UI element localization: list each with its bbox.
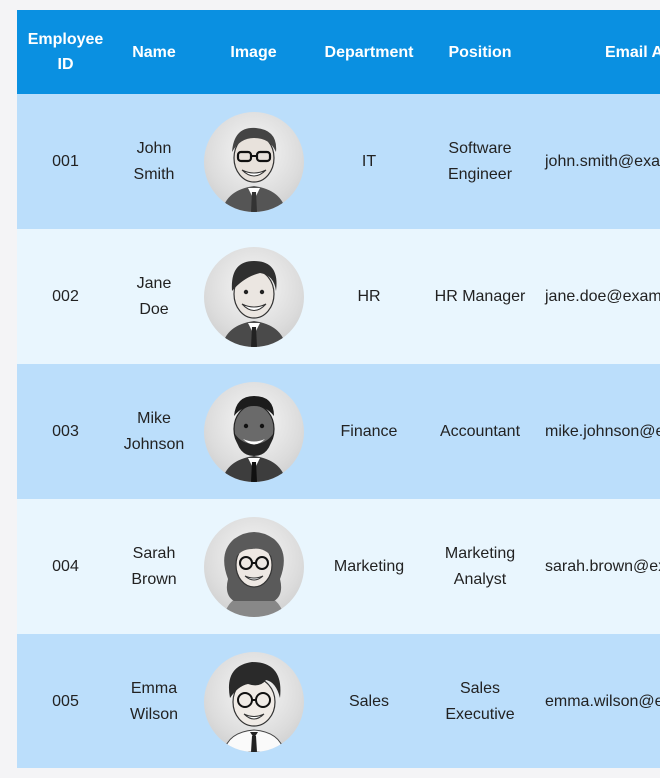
cell-email[interactable]: john.smith@example.com [535,94,660,229]
table-row: 002 Jane Doe HR HR Manager jane.doe@exam [17,229,660,364]
cell-name: Jane Doe [136,274,172,318]
child-with-glasses-avatar [203,651,304,752]
cell-name: John Smith [133,139,175,183]
cell-image [194,364,313,499]
header-position: Position [448,43,512,61]
cell-department: Finance [340,422,398,440]
employee-table: Employee ID Name Image Department Positi… [17,10,660,768]
cell-department: IT [361,152,377,170]
cell-employee-id: 004 [52,557,79,575]
table-row: 005 Emma Wilson Sales Sales Executive em… [17,634,660,768]
cell-email[interactable]: sarah.brown@example.com [535,499,660,634]
cell-name: Emma Wilson [129,679,178,723]
table-row: 004 Sarah Brown Marketing Marketing Anal… [17,499,660,634]
cell-department: HR [357,287,381,305]
cell-position: Marketing Analyst [444,544,516,588]
man-smiling-avatar [203,246,304,347]
header-employee-id: Employee ID [27,31,104,73]
cell-position: Accountant [439,422,521,440]
cell-employee-id: 005 [52,692,79,710]
cell-department: Sales [348,692,390,710]
header-email: Email Address [605,43,660,61]
cell-email[interactable]: jane.doe@example.com [535,229,660,364]
table-row: 001 John Smith IT Software Engineer john… [17,94,660,229]
cell-position: Sales Executive [445,679,515,723]
cell-employee-id: 003 [52,422,79,440]
cell-name: Mike Johnson [123,409,185,453]
man-with-beard-avatar [203,381,304,482]
cell-email[interactable]: emma.wilson@example.com [535,634,660,768]
table-header-row: Employee ID Name Image Department Positi… [17,10,660,94]
cell-name: Sarah Brown [131,544,177,588]
header-department: Department [324,43,414,61]
cell-position: Software Engineer [447,139,513,183]
employee-table-container: Employee ID Name Image Department Positi… [17,10,660,768]
woman-with-glasses-avatar [203,516,304,617]
cell-image [194,634,313,768]
cell-image [194,499,313,634]
cell-position: HR Manager [434,287,526,305]
cell-image [194,229,313,364]
man-with-glasses-avatar [203,111,304,212]
table-row: 003 Mike Johnson Finance Accountant mike… [17,364,660,499]
cell-email[interactable]: mike.johnson@example.com [535,364,660,499]
cell-employee-id: 001 [52,152,79,170]
header-image: Image [230,43,277,61]
header-name: Name [132,43,176,61]
cell-image [194,94,313,229]
cell-department: Marketing [333,557,405,575]
cell-employee-id: 002 [52,287,79,305]
